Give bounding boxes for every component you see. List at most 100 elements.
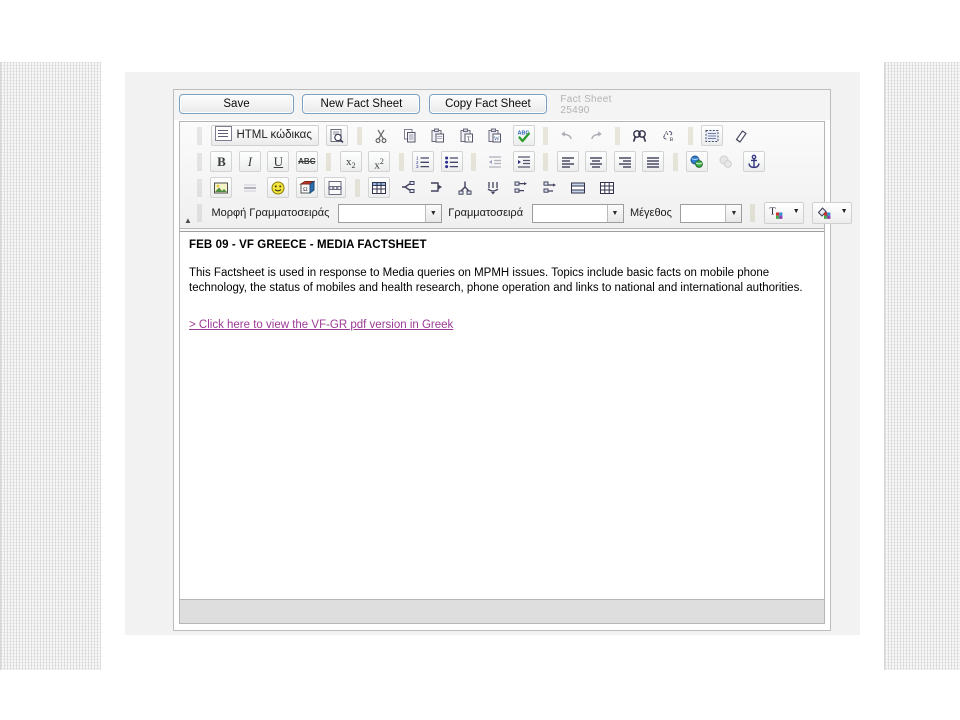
merge-cells-button[interactable] <box>425 177 447 198</box>
toolbar-separator <box>687 126 693 145</box>
find-button[interactable] <box>629 125 651 146</box>
toolbar-collapse-arrow-icon[interactable]: ▲ <box>182 215 194 227</box>
replace-button[interactable]: A B <box>657 125 679 146</box>
svg-text:B: B <box>670 137 674 143</box>
page-root: Save New Fact Sheet Copy Fact Sheet Fact… <box>0 0 960 720</box>
document-paragraph: This Factsheet is used in response to Me… <box>189 267 803 294</box>
toolbar-separator <box>543 152 549 171</box>
editor-status-bar <box>180 599 824 623</box>
size-dropdown[interactable]: ▼ <box>680 203 743 223</box>
subscript-button[interactable]: x2 <box>339 151 362 172</box>
toolbar-separator <box>470 152 476 171</box>
text-color-button[interactable]: T ▼ <box>764 202 804 224</box>
outdent-button[interactable] <box>484 151 506 172</box>
anchor-button[interactable] <box>742 151 765 172</box>
align-right-button[interactable] <box>613 151 636 172</box>
svg-text:T: T <box>466 136 470 143</box>
split-cell-button[interactable] <box>454 177 476 198</box>
record-identifier: Fact Sheet 25490 <box>560 94 611 116</box>
paste-button[interactable] <box>427 125 449 146</box>
document-heading: FEB 09 - VF GREECE - MEDIA FACTSHEET <box>189 239 427 251</box>
toolbar-separator <box>354 178 360 197</box>
preview-button[interactable] <box>326 125 349 146</box>
svg-text:W: W <box>494 137 500 143</box>
save-button[interactable]: Save <box>179 94 294 114</box>
cut-button[interactable] <box>370 125 392 146</box>
page-break-button[interactable] <box>324 177 347 198</box>
chevron-down-icon: ▼ <box>606 204 623 222</box>
new-fact-sheet-button[interactable]: New Fact Sheet <box>302 94 421 114</box>
superscript-button[interactable]: x2 <box>368 151 391 172</box>
copy-button[interactable] <box>399 125 421 146</box>
font-dropdown[interactable]: ▼ <box>531 203 624 223</box>
left-background-panel <box>0 62 101 670</box>
unlink-button[interactable] <box>715 151 737 172</box>
source-code-icon <box>215 126 233 141</box>
format-dropdown[interactable]: ▼ <box>337 203 442 223</box>
image-button[interactable] <box>210 177 233 198</box>
svg-text:T: T <box>770 207 776 218</box>
table-properties-button[interactable] <box>596 177 618 198</box>
toolbar-separator <box>398 152 404 171</box>
indent-button[interactable] <box>512 151 535 172</box>
editor-toolbar-row-3: Ω <box>196 176 824 202</box>
toolbar-separator <box>615 126 621 145</box>
insert-row-button[interactable] <box>510 177 532 198</box>
html-source-label: HTML κώδικας <box>236 129 312 141</box>
redo-button[interactable] <box>585 125 607 146</box>
bulleted-list-button[interactable] <box>440 151 463 172</box>
pdf-version-link[interactable]: > Click here to view the VF-GR pdf versi… <box>189 319 453 331</box>
toolbar-grip-icon[interactable] <box>197 178 202 197</box>
special-char-button[interactable]: Ω <box>295 177 318 198</box>
numbered-list-button[interactable]: 1 2 3 <box>412 151 435 172</box>
link-button[interactable] <box>686 151 709 172</box>
toolbar-separator <box>326 152 332 171</box>
toolbar-grip-icon[interactable] <box>197 152 202 171</box>
chevron-down-icon: ▼ <box>840 208 848 216</box>
undo-button[interactable] <box>556 125 578 146</box>
size-dropdown-label: Μέγεθος <box>629 207 672 219</box>
italic-button[interactable]: I <box>238 151 261 172</box>
html-source-button[interactable]: HTML κώδικας <box>211 125 319 146</box>
toolbar-separator <box>542 126 548 145</box>
svg-text:3: 3 <box>416 164 419 169</box>
row-properties-button[interactable] <box>567 177 589 198</box>
align-justify-button[interactable] <box>642 151 665 172</box>
copy-fact-sheet-button[interactable]: Copy Fact Sheet <box>428 94 547 114</box>
rich-text-editor: ▲ HTML κώδικας T W ABC A B B I U ABC x2 … <box>179 121 852 624</box>
editor-toolbar: ▲ HTML κώδικας T W ABC A B B I U ABC x2 … <box>180 122 852 229</box>
horizontal-rule-button[interactable] <box>239 177 261 198</box>
editor-content-area[interactable]: FEB 09 - VF GREECE - MEDIA FACTSHEET Thi… <box>180 231 824 599</box>
format-dropdown-label: Μορφή Γραμματοσειράς <box>211 207 330 219</box>
table-button[interactable] <box>368 177 391 198</box>
background-color-button[interactable]: ▼ <box>812 202 852 224</box>
editor-toolbar-row-1: HTML κώδικας T W ABC A B <box>196 124 824 150</box>
smiley-button[interactable] <box>267 177 290 198</box>
insert-column-button[interactable] <box>539 177 561 198</box>
strikethrough-button[interactable]: ABC <box>295 151 318 172</box>
paste-text-button[interactable]: T <box>456 125 478 146</box>
editor-toolbar-row-2: B I U ABC x2 x2 1 2 3 <box>196 150 824 176</box>
toolbar-grip-icon[interactable] <box>197 126 202 145</box>
spellcheck-button[interactable]: ABC <box>512 125 535 146</box>
chevron-down-icon: ▼ <box>424 204 441 222</box>
toolbar-grip-icon[interactable] <box>197 204 202 222</box>
cell-properties-button[interactable] <box>397 177 419 198</box>
fact-sheet-editor-window: Save New Fact Sheet Copy Fact Sheet Fact… <box>173 89 852 631</box>
align-left-button[interactable] <box>556 151 579 172</box>
toolbar-separator <box>356 126 362 145</box>
svg-text:Ω: Ω <box>303 187 308 193</box>
font-dropdown-label: Γραμματοσειρά <box>448 207 524 219</box>
select-all-button[interactable] <box>701 125 724 146</box>
editor-toolbar-row-4: Μορφή Γραμματοσειράς ▼ Γραμματοσειρά ▼ Μ… <box>196 202 852 227</box>
align-center-button[interactable] <box>585 151 608 172</box>
right-background-panel <box>884 62 960 670</box>
chevron-down-icon: ▼ <box>792 208 800 216</box>
underline-button[interactable]: U <box>267 151 290 172</box>
chevron-down-icon: ▼ <box>725 204 742 222</box>
paste-word-button[interactable]: W <box>484 125 506 146</box>
toolbar-separator <box>672 152 678 171</box>
bold-button[interactable]: B <box>210 151 233 172</box>
remove-format-button[interactable] <box>730 125 752 146</box>
delete-row-button[interactable] <box>482 177 504 198</box>
